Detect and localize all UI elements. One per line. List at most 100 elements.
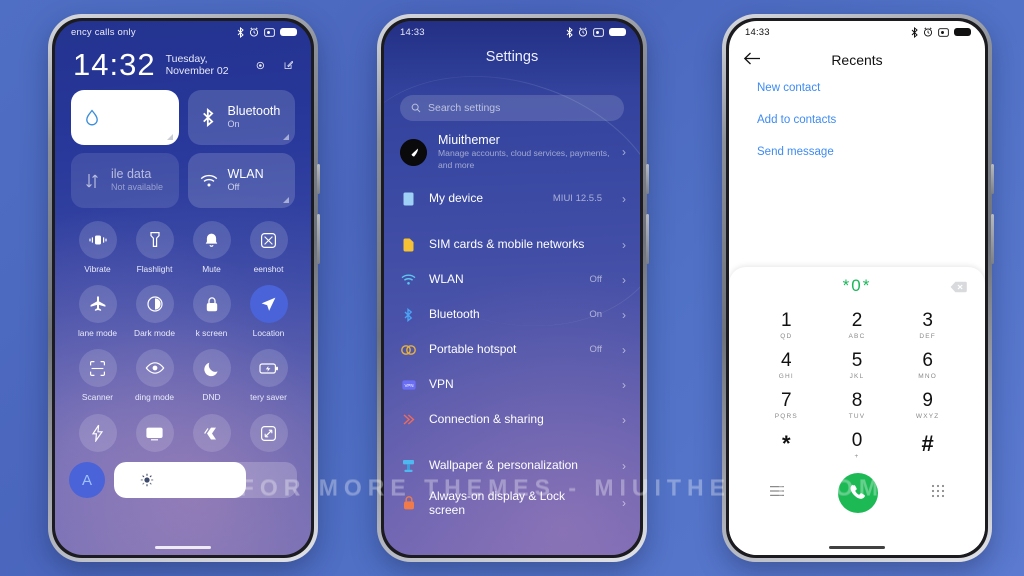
key-digit: * (782, 430, 791, 456)
settings-row-wlan[interactable]: WLAN Off › (384, 262, 640, 297)
toggle-dnd[interactable]: DND (183, 349, 240, 402)
dialpad-key-5[interactable]: 5 JKL (822, 345, 893, 385)
sim-icon (401, 238, 416, 252)
group-divider (384, 216, 640, 227)
toggle-theme[interactable] (183, 414, 240, 452)
phone-settings: 14:33 Settings Search settings Miuitheme… (377, 14, 649, 562)
link-new-contact[interactable]: New contact (757, 82, 985, 94)
power-button[interactable] (317, 164, 320, 194)
toggle-label: Scanner (81, 392, 114, 402)
tile-title: ile data (111, 166, 152, 181)
theme-icon (192, 414, 231, 452)
chevron-right-icon: › (622, 307, 626, 322)
toggle-airplane-mode[interactable]: lane mode (69, 285, 126, 338)
volume-button[interactable] (646, 214, 649, 264)
settings-row-hotspot[interactable]: Portable hotspot Off › (384, 332, 640, 367)
settings-row-aod-lock[interactable]: Always-on display & Lock screen › (384, 483, 640, 523)
toggle-label: lane mode (77, 328, 118, 338)
lightning-icon (78, 414, 117, 452)
toggle-location[interactable]: Location (240, 285, 297, 338)
toggle-lightning[interactable] (69, 414, 126, 452)
tile-wlan[interactable]: WLAN Off (187, 153, 295, 208)
brightness-fill (114, 462, 246, 498)
chevron-right-icon: › (622, 191, 626, 206)
dialpad-key-9[interactable]: 9 WXYZ (892, 385, 963, 425)
dialpad-key-star[interactable]: * (751, 425, 822, 465)
call-button[interactable] (838, 473, 878, 513)
toggle-label: ding mode (134, 392, 175, 402)
link-add-to-contacts[interactable]: Add to contacts (757, 114, 985, 126)
dialpad-key-0[interactable]: 0 + (822, 425, 893, 465)
key-digit: 3 (922, 309, 933, 331)
dialpad-key-hash[interactable]: # (892, 425, 963, 465)
dialpad-key-6[interactable]: 6 MNO (892, 345, 963, 385)
dialpad-panel: *0* 1 QD 2 ABC 3 DEF 4 GHI 5 JKL 6 MNO 7 PQRS 8… (729, 267, 985, 555)
key-digit: 0 (851, 429, 863, 451)
dialpad-key-4[interactable]: 4 GHI (751, 345, 822, 385)
keypad-icon[interactable] (931, 484, 945, 503)
toggle-cast[interactable] (126, 414, 183, 452)
toggle-scanner[interactable]: Scanner (69, 349, 126, 402)
settings-row-connection-sharing[interactable]: Connection & sharing › (384, 402, 640, 437)
edit-icon[interactable] (284, 59, 293, 71)
toggle-dark-mode[interactable]: Dark mode (126, 285, 183, 338)
search-settings-input[interactable]: Search settings (400, 95, 624, 121)
tile-bluetooth[interactable]: Bluetooth On (187, 90, 295, 145)
key-digit: 2 (851, 309, 863, 331)
toggle-label: k screen (195, 328, 228, 338)
toggle-rotate[interactable] (240, 414, 297, 452)
chevron-right-icon: › (622, 272, 626, 287)
water-drop-icon (82, 108, 102, 127)
volume-button[interactable] (317, 214, 320, 264)
battery-icon (954, 28, 971, 36)
dialpad-key-3[interactable]: 3 DEF (892, 305, 963, 345)
moon-icon (192, 349, 231, 387)
brightness-icon (140, 473, 154, 487)
toggle-battery-saver[interactable]: tery saver (240, 349, 297, 402)
dialpad-key-1[interactable]: 1 QD (751, 305, 822, 345)
settings-gear-icon[interactable] (256, 60, 265, 71)
tile-expand-corner[interactable] (166, 134, 173, 140)
settings-row-vpn[interactable]: VPN VPN › (384, 367, 640, 402)
dialer-bottom-row (729, 465, 985, 513)
menu-icon[interactable] (769, 484, 785, 502)
tile-water-drop[interactable] (71, 90, 179, 145)
settings-row-bluetooth[interactable]: Bluetooth On › (384, 297, 640, 332)
screenshot-icon (249, 221, 288, 259)
dialer-links: New contact Add to contacts Send message (729, 68, 985, 158)
toggle-flashlight[interactable]: Flashlight (126, 221, 183, 274)
wifi-icon (401, 274, 416, 286)
settings-row-wallpaper[interactable]: Wallpaper & personalization › (384, 448, 640, 483)
key-digit: 4 (781, 349, 792, 371)
toggle-lock-screen[interactable]: k screen (183, 285, 240, 338)
arrow-left-icon[interactable] (743, 51, 769, 68)
power-button[interactable] (991, 164, 994, 194)
auto-brightness-button[interactable]: A (69, 462, 105, 498)
account-row[interactable]: Miuithemer Manage accounts, cloud servic… (384, 121, 640, 181)
dialpad-key-2[interactable]: 2 ABC (822, 305, 893, 345)
link-send-message[interactable]: Send message (757, 146, 985, 158)
settings-row-my-device[interactable]: My device MIUI 12.5.5 › (384, 181, 640, 216)
tile-mobile-data[interactable]: ile data Not available (71, 153, 179, 208)
toggle-screenshot[interactable]: eenshot (240, 221, 297, 274)
settings-row-sim-cards[interactable]: SIM cards & mobile networks › (384, 227, 640, 262)
toggle-label: Flashlight (136, 264, 173, 274)
power-button[interactable] (646, 164, 649, 194)
account-desc: Manage accounts, cloud services, payment… (438, 148, 610, 170)
location-icon (249, 285, 288, 323)
toggle-mute[interactable]: Mute (183, 221, 240, 274)
dialpad-key-7[interactable]: 7 PQRS (751, 385, 822, 425)
lock-icon (192, 285, 231, 323)
backspace-icon[interactable] (950, 280, 967, 298)
phone-control-center: ency calls only 14:32 Tuesday, November … (48, 14, 320, 562)
dialer-header: Recents (729, 43, 985, 68)
toggle-reading-mode[interactable]: ding mode (126, 349, 183, 402)
tile-expand-corner[interactable] (283, 134, 289, 140)
volume-button[interactable] (991, 214, 994, 264)
status-bar: 14:33 (384, 21, 640, 43)
dialpad-key-8[interactable]: 8 TUV (822, 385, 893, 425)
svg-text:VPN: VPN (404, 383, 413, 388)
brightness-slider[interactable] (114, 462, 297, 498)
toggle-vibrate[interactable]: Vibrate (69, 221, 126, 274)
tile-expand-corner[interactable] (283, 197, 289, 203)
